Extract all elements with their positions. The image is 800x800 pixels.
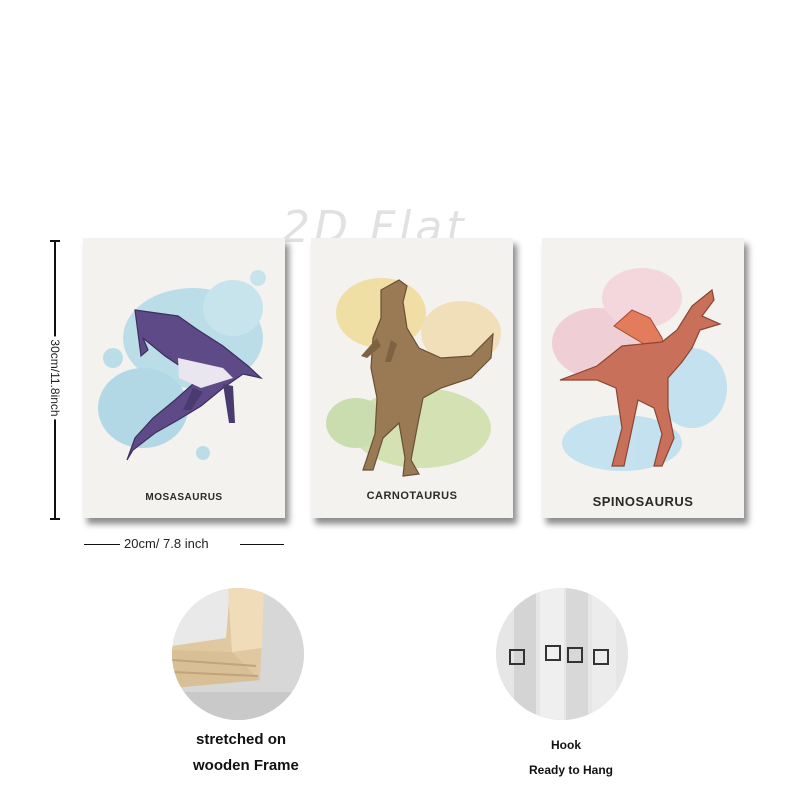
width-dimension-line-left: [84, 544, 120, 545]
spinosaurus-illustration: [552, 268, 727, 471]
wooden-frame-photo: [172, 588, 304, 720]
height-dimension-label: 30cm/11.8inch: [48, 336, 62, 420]
poster-label-mosasaurus: MOSASAURUS: [145, 492, 223, 503]
width-dimension-line-right: [240, 544, 284, 545]
frame-caption-line2: wooden Frame: [193, 757, 299, 774]
height-dimension-top-cap: [50, 240, 60, 242]
frame-caption-line1: stretched on: [196, 731, 287, 748]
carnotaurus-illustration: [326, 278, 501, 477]
poster-label-spinosaurus: SPINOSAURUS: [592, 494, 694, 509]
poster-spinosaurus: SPINOSAURUS: [542, 238, 744, 518]
wooden-frame-image: [172, 588, 304, 720]
mosasaurus-illustration: [98, 270, 266, 461]
poster-carnotaurus: CARNOTAURUS: [311, 238, 513, 518]
hook-image: [496, 588, 628, 720]
hook-caption-line2: Ready to Hang: [529, 763, 614, 777]
poster-label-carnotaurus: CARNOTAURUS: [366, 490, 458, 502]
width-dimension-label: 20cm/ 7.8 inch: [124, 536, 209, 551]
height-dimension-bottom-cap: [50, 518, 60, 520]
hook-caption-line1: Hook: [551, 738, 581, 752]
hook-photo: [496, 588, 628, 720]
poster-mosasaurus: MOSASAURUS: [83, 238, 285, 518]
